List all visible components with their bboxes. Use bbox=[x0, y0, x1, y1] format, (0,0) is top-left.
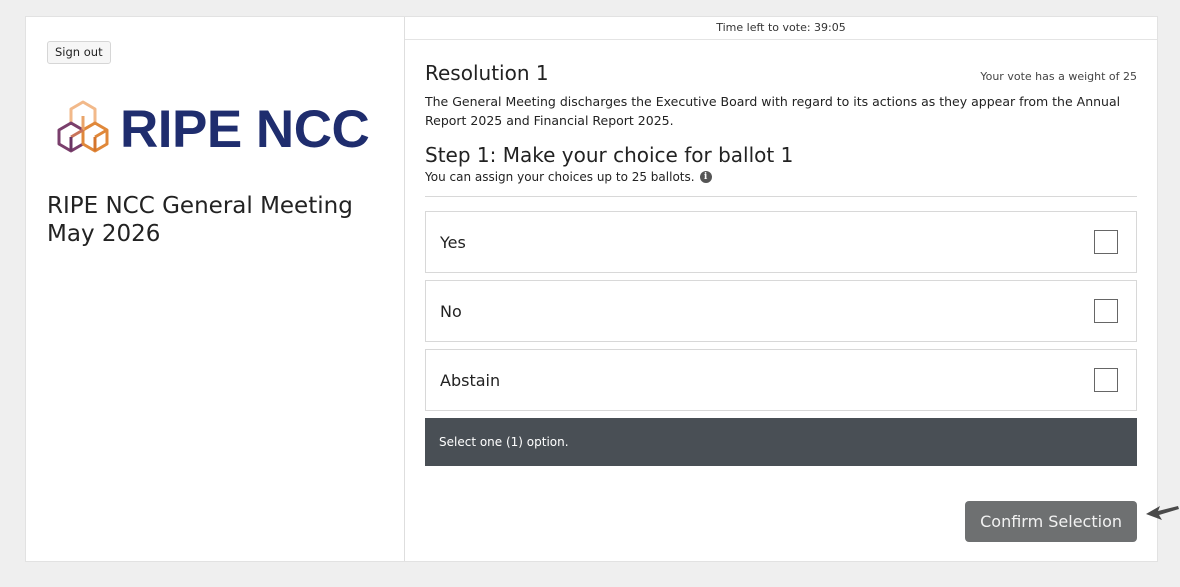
main-panel: Time left to vote: 39:05 Resolution 1 Yo… bbox=[405, 17, 1157, 561]
step-title: Step 1: Make your choice for ballot 1 bbox=[425, 143, 794, 167]
option-yes[interactable]: Yes bbox=[425, 211, 1137, 273]
logo-wordmark: RIPE NCC bbox=[120, 99, 370, 159]
vote-timer: Time left to vote: 39:05 bbox=[405, 17, 1157, 40]
ripe-cubes-icon bbox=[57, 100, 109, 153]
ballot-content: Resolution 1 Your vote has a weight of 2… bbox=[425, 39, 1137, 542]
resolution-title: Resolution 1 bbox=[425, 61, 549, 85]
voting-window: Sign out RIPE NCC RIPE NCC General Meeti… bbox=[25, 16, 1158, 562]
choice-options: Yes No Abstain bbox=[425, 211, 1137, 411]
vote-weight: Your vote has a weight of 25 bbox=[980, 70, 1137, 83]
resolution-header: Resolution 1 Your vote has a weight of 2… bbox=[425, 61, 1137, 85]
option-label: No bbox=[440, 301, 462, 321]
option-label: Yes bbox=[440, 232, 466, 252]
option-abstain[interactable]: Abstain bbox=[425, 349, 1137, 411]
option-no[interactable]: No bbox=[425, 280, 1137, 342]
option-yes-checkbox[interactable] bbox=[1094, 230, 1118, 254]
option-label: Abstain bbox=[440, 370, 501, 390]
confirm-selection-button[interactable]: Confirm Selection bbox=[965, 501, 1137, 542]
ripe-ncc-logo: RIPE NCC bbox=[52, 99, 370, 159]
meeting-title: RIPE NCC General Meeting May 2026 bbox=[47, 193, 353, 247]
resolution-description: The General Meeting discharges the Execu… bbox=[425, 94, 1121, 128]
step-subtitle-text: You can assign your choices up to 25 bal… bbox=[425, 170, 695, 184]
info-icon[interactable]: i bbox=[699, 171, 712, 183]
sidebar: Sign out RIPE NCC RIPE NCC General Meeti… bbox=[26, 17, 405, 561]
sign-out-button[interactable]: Sign out bbox=[47, 41, 111, 64]
option-no-checkbox[interactable] bbox=[1094, 299, 1118, 323]
divider bbox=[425, 196, 1137, 197]
cursor-arrow-icon bbox=[1146, 506, 1179, 520]
step-subtitle: You can assign your choices up to 25 bal… bbox=[425, 170, 1137, 184]
selection-notice: Select one (1) option. bbox=[425, 418, 1137, 466]
option-abstain-checkbox[interactable] bbox=[1094, 368, 1118, 392]
